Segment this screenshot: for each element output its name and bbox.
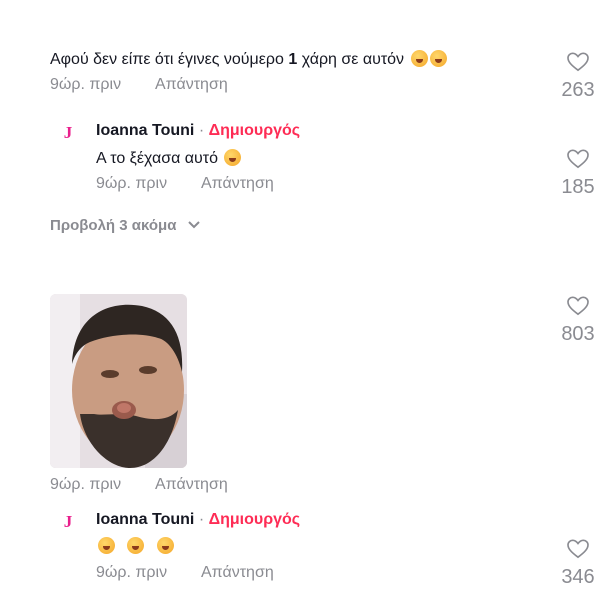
view-more-label[interactable]: Προβολή 3 ακόμα xyxy=(50,217,176,234)
like-count: 263 xyxy=(561,79,595,101)
separator: · xyxy=(198,122,205,139)
separator: · xyxy=(198,511,205,528)
comment-2-text: Α το ξέχασα αυτό xyxy=(96,149,242,168)
man-face-image xyxy=(50,294,187,468)
hugging-emoji-icon xyxy=(156,537,174,554)
heart-icon[interactable] xyxy=(567,52,589,72)
comment-text-part: Αφού δεν είπε ότι έγινες νούμερο xyxy=(50,51,284,68)
reply-button[interactable]: Απάντηση xyxy=(155,76,228,94)
like-button[interactable]: 185 xyxy=(553,149,600,199)
like-count: 185 xyxy=(561,176,595,198)
comment-4-time: 9ώρ. πριν xyxy=(96,564,168,581)
comment-2-header: Ioanna Touni · Δημιουργός xyxy=(96,122,300,140)
like-button[interactable]: 263 xyxy=(553,52,600,102)
reply-button[interactable]: Απάντηση xyxy=(201,564,274,582)
comment-text-end: χάρη σε αυτόν xyxy=(301,51,405,68)
rofl-emoji-icon xyxy=(410,50,428,67)
comment-2-time: 9ώρ. πριν xyxy=(96,175,168,192)
comment-3-time: 9ώρ. πριν xyxy=(50,476,122,493)
hugging-emoji-icon xyxy=(127,537,145,554)
comment-4-header: Ioanna Touni · Δημιουργός xyxy=(96,511,300,529)
heart-icon[interactable] xyxy=(567,296,589,316)
heart-icon[interactable] xyxy=(567,539,589,559)
reply-button[interactable]: Απάντηση xyxy=(201,175,274,193)
avatar[interactable]: J xyxy=(57,511,79,533)
comment-1-text: Αφού δεν είπε ότι έγινες νούμερο 1 χάρη … xyxy=(50,50,447,69)
like-button[interactable]: 346 xyxy=(553,539,600,589)
comment-text-bold: 1 xyxy=(288,51,298,68)
like-button[interactable]: 803 xyxy=(553,296,600,346)
author-name[interactable]: Ioanna Touni xyxy=(96,122,194,139)
rofl-emoji-icon xyxy=(429,50,447,67)
comment-4-emojis xyxy=(96,537,174,556)
comment-photo[interactable] xyxy=(50,294,187,468)
creator-badge: Δημιουργός xyxy=(208,511,301,528)
creator-badge: Δημιουργός xyxy=(208,122,301,139)
view-more-replies[interactable]: Προβολή 3 ακόμα xyxy=(50,217,201,235)
author-name[interactable]: Ioanna Touni xyxy=(96,511,194,528)
like-count: 346 xyxy=(561,566,595,588)
chevron-down-icon[interactable] xyxy=(187,220,201,230)
avatar[interactable]: J xyxy=(57,122,79,144)
heart-icon[interactable] xyxy=(567,149,589,169)
reply-button[interactable]: Απάντηση xyxy=(155,476,228,494)
comment-1-time: 9ώρ. πριν xyxy=(50,76,122,93)
hugging-emoji-icon xyxy=(98,537,115,554)
like-count: 803 xyxy=(561,323,595,345)
smiling-emoji-icon xyxy=(224,149,242,166)
comment-text-part: Α το ξέχασα αυτό xyxy=(96,150,218,167)
